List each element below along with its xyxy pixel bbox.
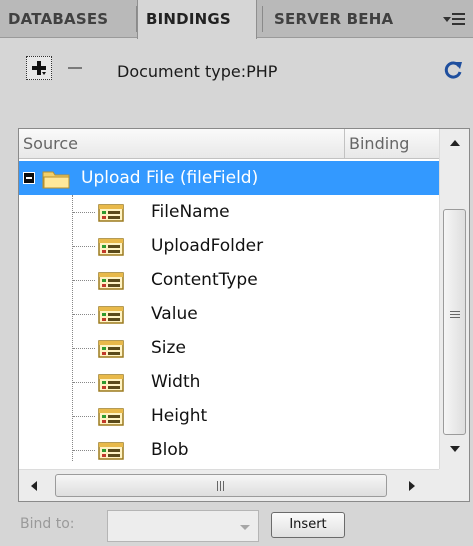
field-icon bbox=[98, 442, 124, 460]
scroll-left-arrow-icon[interactable] bbox=[19, 470, 49, 502]
vertical-scroll-thumb[interactable] bbox=[443, 209, 466, 435]
tree-guide-line bbox=[73, 314, 95, 315]
column-header-source[interactable]: Source bbox=[19, 129, 345, 159]
field-icon bbox=[98, 204, 124, 222]
scroll-right-arrow-icon[interactable] bbox=[397, 470, 427, 502]
tab-server-behaviors[interactable]: SERVER BEHA bbox=[264, 0, 410, 38]
document-type-label: Document type:PHP bbox=[117, 62, 278, 81]
chevron-down-icon bbox=[240, 525, 250, 530]
tree-guide-line bbox=[73, 246, 95, 247]
field-label: ContentType bbox=[151, 270, 258, 290]
scroll-down-arrow-icon[interactable] bbox=[440, 435, 470, 465]
panel-tab-bar: DATABASES BINDINGS SERVER BEHA bbox=[0, 0, 473, 39]
tree-row-field[interactable]: Value bbox=[19, 297, 439, 331]
tree-row-field[interactable]: UploadFolder bbox=[19, 229, 439, 263]
vertical-scrollbar[interactable] bbox=[439, 129, 469, 469]
refresh-icon[interactable] bbox=[442, 59, 464, 81]
field-label: Height bbox=[151, 406, 208, 426]
scroll-up-arrow-icon[interactable] bbox=[440, 129, 470, 159]
remove-binding-button[interactable] bbox=[66, 58, 84, 78]
bind-to-label: Bind to: bbox=[20, 516, 75, 532]
panel-options-menu-icon[interactable] bbox=[443, 9, 467, 29]
tree-row-field[interactable]: Width bbox=[19, 365, 439, 399]
plus-icon bbox=[32, 61, 46, 75]
tree-guide-line bbox=[73, 348, 95, 349]
tree-guide-line bbox=[73, 450, 95, 451]
field-icon bbox=[98, 238, 124, 256]
field-label: Width bbox=[151, 372, 201, 392]
tree-header: Source Binding bbox=[19, 129, 439, 159]
tree-row-field[interactable]: Blob bbox=[19, 433, 439, 467]
tab-divider bbox=[262, 6, 263, 32]
field-icon bbox=[98, 306, 124, 324]
tab-databases[interactable]: DATABASES bbox=[8, 0, 136, 38]
field-icon bbox=[98, 408, 124, 426]
field-label: FileName bbox=[151, 202, 230, 222]
column-header-binding[interactable]: Binding bbox=[345, 129, 439, 159]
tree-row-field[interactable]: Size bbox=[19, 331, 439, 365]
horizontal-scrollbar[interactable] bbox=[19, 469, 469, 501]
tree-root-label: Upload File (fileField) bbox=[81, 168, 259, 188]
tree-row-field[interactable]: ContentType bbox=[19, 263, 439, 297]
bind-to-select[interactable] bbox=[107, 510, 259, 542]
field-icon bbox=[98, 340, 124, 358]
insert-button[interactable]: Insert bbox=[271, 512, 345, 538]
tree-guide-line bbox=[73, 212, 95, 213]
field-icon bbox=[98, 374, 124, 392]
field-label: Value bbox=[151, 304, 198, 324]
add-binding-button[interactable] bbox=[26, 56, 52, 80]
folder-icon bbox=[42, 171, 70, 189]
scrollbar-corner bbox=[439, 469, 469, 501]
field-label: UploadFolder bbox=[151, 236, 264, 256]
bindings-tree[interactable]: Source Binding Upload File (fileField) F… bbox=[18, 128, 470, 502]
tab-bindings[interactable]: BINDINGS bbox=[137, 0, 257, 39]
field-icon bbox=[98, 272, 124, 290]
field-label: Blob bbox=[151, 440, 189, 460]
tree-guide-line bbox=[73, 382, 95, 383]
horizontal-scroll-thumb[interactable] bbox=[55, 474, 387, 497]
tree-guide-line bbox=[73, 280, 95, 281]
tree-row-field[interactable]: FileName bbox=[19, 195, 439, 229]
tree-row-field[interactable]: Height bbox=[19, 399, 439, 433]
field-label: Size bbox=[151, 338, 186, 358]
tree-row-root[interactable]: Upload File (fileField) bbox=[19, 161, 439, 195]
collapse-icon[interactable] bbox=[23, 172, 35, 184]
tree-guide-line bbox=[73, 416, 95, 417]
